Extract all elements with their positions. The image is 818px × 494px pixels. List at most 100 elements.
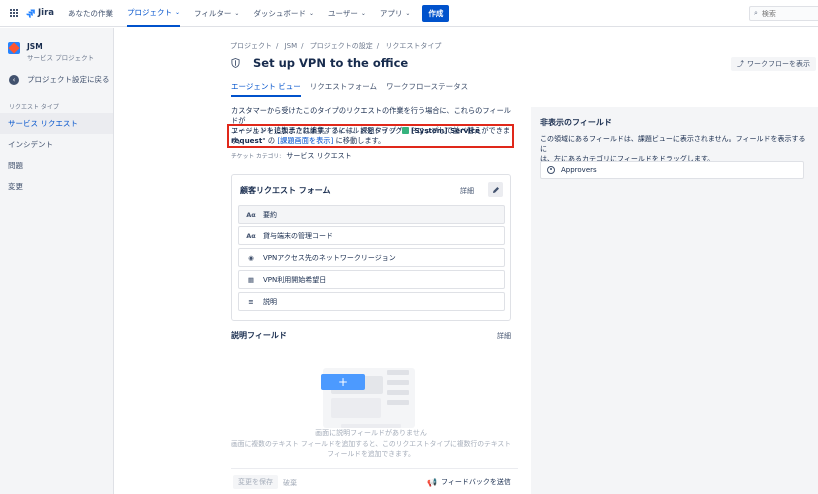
sidebar-item-service-request[interactable]: サービス リクエスト [0, 113, 113, 134]
field-label: 説明 [263, 297, 277, 306]
pencil-icon [492, 186, 499, 193]
nav-label: アプリ [379, 8, 403, 18]
svg-text:+: + [338, 375, 348, 389]
sidebar-section-label: リクエスト タイプ [9, 104, 59, 111]
sidebar: JSM サービス プロジェクト ‹ プロジェクト設定に戻る リクエスト タイプ … [0, 28, 114, 494]
nav-label: ユーザー [327, 8, 358, 18]
project-avatar [8, 42, 20, 54]
tab-workflow-statuses[interactable]: ワークフローステータス [386, 81, 468, 97]
field-label: 要約 [263, 210, 277, 219]
nav-dashboards[interactable]: ダッシュボード ⌄ [253, 0, 314, 27]
chevron-down-icon: ⌄ [175, 8, 181, 16]
breadcrumb-item[interactable]: JSM [285, 42, 298, 50]
text-field-icon: Aα [246, 210, 256, 219]
back-label: プロジェクト設定に戻る [27, 75, 110, 84]
ticket-category-value: サービス リクエスト [286, 152, 352, 160]
empty-state-title: 画面に説明フィールドがありません [315, 429, 427, 437]
back-to-project-settings[interactable]: ‹ プロジェクト設定に戻る [9, 74, 113, 85]
nav-label: プロジェクト [127, 7, 173, 17]
jira-logo[interactable]: Jira [26, 8, 54, 18]
logo-text: Jira [38, 8, 55, 18]
chevron-down-icon: ⌄ [308, 9, 314, 17]
instruction-text: フィールドを追加または編集するには、課題タイプ " [231, 126, 402, 135]
app-switcher-icon[interactable] [10, 9, 18, 17]
hidden-fields-description: この領域にあるフィールドは、課題ビューに表示されません。フィールドを表示するに … [540, 134, 810, 164]
sidebar-item-problem[interactable]: 問題 [0, 155, 113, 176]
form-detail-link[interactable]: 詳細 [460, 186, 474, 196]
form-card-title: 顧客リクエスト フォーム [240, 186, 331, 195]
radio-field-icon: ◉ [248, 253, 254, 262]
top-navigation: Jira あなたの作業 プロジェクト ⌄ フィルター ⌄ ダッシュボード ⌄ ユーザー… [0, 0, 818, 27]
page-title-row: Set up VPN to the office [231, 56, 408, 70]
shield-icon [231, 58, 240, 68]
jira-logo-icon [26, 8, 35, 18]
nav-label: あなたの作業 [68, 8, 114, 18]
instruction-text: に移動します。 [335, 136, 386, 145]
breadcrumb-item[interactable]: プロジェクト [230, 42, 272, 50]
tab-agent-view[interactable]: エージェント ビュー [231, 81, 301, 97]
project-header: JSM サービス プロジェクト [8, 42, 113, 62]
field-label: VPNアクセス先のネットワークリージョン [263, 253, 396, 262]
hidden-fields-panel: 非表示のフィールド この領域にあるフィールドは、課題ビューに表示されません。フィ… [531, 107, 818, 494]
description-line: カスタマーから受けたこのタイプのリクエストの作業を行う場合に、これらのフィールド… [231, 106, 511, 125]
paragraph-icon: ≡ [248, 297, 254, 306]
nav-your-work[interactable]: あなたの作業 [68, 0, 113, 27]
search-input[interactable] [761, 9, 817, 18]
chevron-down-icon: ⌄ [405, 9, 411, 17]
breadcrumb-item[interactable]: プロジェクトの設定 [310, 42, 373, 50]
field-device-code[interactable]: Aα 貸与端末の管理コード [238, 226, 505, 245]
chevron-down-icon: ⌄ [360, 9, 366, 17]
instruction-text: " の [262, 136, 276, 145]
ticket-category: チケット カテゴリ: サービス リクエスト [231, 151, 352, 161]
sidebar-item-incident[interactable]: インシデント [0, 134, 113, 155]
nav-apps[interactable]: アプリ ⌄ [380, 0, 411, 27]
search-icon: ⌕ [754, 9, 758, 17]
field-label: Approvers [561, 166, 597, 174]
megaphone-icon: 📢 [427, 477, 437, 487]
arrow-left-icon: ‹ [9, 74, 19, 85]
view-issue-screen-link[interactable]: [課題画面を表示] [277, 136, 333, 145]
field-label: 貸与端末の管理コード [263, 231, 333, 240]
empty-state-description: 画面に複数のテキスト フィールドを追加すると、このリクエストタイプに複数行のテキ… [231, 439, 511, 459]
nav-filters[interactable]: フィルター ⌄ [194, 0, 239, 27]
save-changes-button[interactable]: 変更を保存 [233, 475, 278, 489]
project-type: サービス プロジェクト [27, 54, 95, 62]
breadcrumb-item[interactable]: リクエストタイプ [385, 42, 441, 50]
field-label: VPN利用開始希望日 [263, 275, 327, 284]
service-request-icon [401, 127, 409, 134]
ticket-category-label: チケット カテゴリ: [231, 154, 282, 160]
customer-request-form-card: 顧客リクエスト フォーム 詳細 Aα 要約 Aα 貸与端末の管理コード ◉ VP… [231, 174, 511, 321]
tabs: エージェント ビュー リクエストフォーム ワークフローステータス [231, 81, 477, 97]
hidden-field-approvers[interactable]: Approvers [540, 161, 804, 179]
discard-button[interactable]: 破棄 [283, 478, 297, 488]
workflow-icon: ⤴ [737, 60, 744, 68]
view-workflow-button[interactable]: ⤴ ワークフローを表示 [731, 57, 816, 71]
field-vpn-start-date[interactable]: ▦ VPN利用開始希望日 [238, 270, 505, 289]
edit-fields-instruction: フィールドを追加または編集するには、課題タイプ " [System] Servi… [231, 126, 513, 146]
page-title: Set up VPN to the office [253, 56, 409, 70]
hidden-fields-title: 非表示のフィールド [540, 118, 612, 127]
send-feedback-button[interactable]: 📢 フィードバックを送信 [427, 477, 511, 487]
create-button[interactable]: 作成 [422, 4, 450, 22]
description-fields-title: 説明フィールド [231, 331, 287, 340]
nav-label: ダッシュボード [253, 8, 306, 18]
nav-people[interactable]: ユーザー ⌄ [328, 0, 366, 27]
field-summary[interactable]: Aα 要約 [238, 205, 505, 224]
tab-request-form[interactable]: リクエストフォーム [310, 81, 377, 97]
sidebar-item-change[interactable]: 変更 [0, 176, 113, 197]
empty-state-line: フィールドを追加できます。 [327, 450, 415, 458]
user-icon [547, 166, 555, 174]
empty-state-line: 画面に複数のテキスト フィールドを追加すると、このリクエストタイプに複数行のテキ… [231, 440, 512, 448]
calendar-icon: ▦ [247, 275, 255, 284]
hidden-fields-line: この領域にあるフィールドは、課題ビューに表示されません。フィールドを表示するに [540, 135, 806, 153]
field-description[interactable]: ≡ 説明 [238, 292, 505, 311]
breadcrumb: プロジェクト / JSM / プロジェクトの設定 / リクエストタイプ [230, 42, 442, 50]
text-field-icon: Aα [246, 231, 256, 240]
nav-label: フィルター [194, 8, 232, 18]
search-box[interactable]: ⌕ [749, 6, 818, 21]
field-vpn-region[interactable]: ◉ VPNアクセス先のネットワークリージョン [238, 248, 505, 267]
nav-projects[interactable]: プロジェクト ⌄ [127, 0, 181, 27]
view-workflow-label: ワークフローを表示 [747, 60, 810, 68]
edit-form-button[interactable] [488, 182, 503, 197]
description-fields-detail-link[interactable]: 詳細 [497, 331, 511, 341]
